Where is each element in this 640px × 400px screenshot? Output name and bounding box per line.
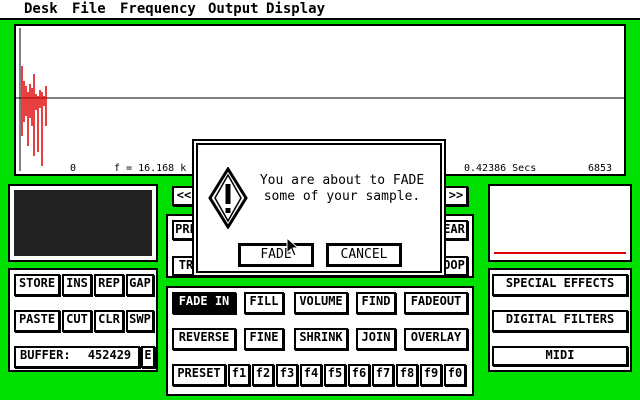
- f1-button[interactable]: f1: [228, 364, 250, 386]
- left-level-screen: [14, 190, 152, 256]
- join-button[interactable]: JOIN: [356, 328, 396, 350]
- menu-desk[interactable]: Desk: [24, 0, 58, 18]
- buffer-e-button[interactable]: E: [141, 346, 155, 368]
- buffer-value: 452429: [87, 348, 132, 362]
- cut-button[interactable]: CUT: [62, 310, 92, 332]
- menu-display[interactable]: Display: [266, 0, 325, 18]
- scroll-left-button[interactable]: <<: [172, 186, 196, 206]
- f5-button[interactable]: f5: [324, 364, 346, 386]
- right-level-display: [488, 184, 632, 262]
- fade-in-button[interactable]: FADE IN: [172, 292, 236, 314]
- f2-button[interactable]: f2: [252, 364, 274, 386]
- wave-start-label: 0: [70, 163, 77, 174]
- mouse-pointer-icon: [286, 237, 298, 257]
- menu-frequency[interactable]: Frequency: [120, 0, 196, 18]
- scroll-right-button[interactable]: >>: [444, 186, 468, 206]
- find-button[interactable]: FIND: [356, 292, 396, 314]
- replace-button[interactable]: REP: [94, 274, 124, 296]
- warning-icon: [208, 167, 248, 229]
- wave-frequency-label: f = 16.168 k: [114, 163, 187, 174]
- f9-button[interactable]: f9: [420, 364, 442, 386]
- special-effects-button[interactable]: SPECIAL EFFECTS: [492, 274, 628, 296]
- wave-seconds-label: 0.42386 Secs: [464, 163, 537, 174]
- right-level-line: [494, 252, 626, 254]
- dialog-message: You are about to FADE some of your sampl…: [259, 173, 425, 204]
- f6-button[interactable]: f6: [348, 364, 370, 386]
- volume-button[interactable]: VOLUME: [294, 292, 348, 314]
- f0-button[interactable]: f0: [444, 364, 466, 386]
- buffer-readout: BUFFER: 452429: [14, 346, 140, 368]
- clr-button[interactable]: CLR: [94, 310, 124, 332]
- f7-button[interactable]: f7: [372, 364, 394, 386]
- menu-bar: Desk File Frequency Output Display: [0, 0, 640, 20]
- store-button[interactable]: STORE: [14, 274, 60, 296]
- fade-out-button[interactable]: FADEOUT: [404, 292, 468, 314]
- midi-button[interactable]: MIDI: [492, 346, 628, 366]
- fill-button[interactable]: FILL: [244, 292, 284, 314]
- fine-button[interactable]: FINE: [244, 328, 284, 350]
- clear-button[interactable]: EAR: [440, 220, 468, 240]
- shrink-button[interactable]: SHRINK: [294, 328, 348, 350]
- f4-button[interactable]: f4: [300, 364, 322, 386]
- wave-end-label: 6853: [588, 163, 613, 174]
- fade-confirm-dialog: You are about to FADE some of your sampl…: [194, 141, 444, 275]
- swap-button[interactable]: SWP: [126, 310, 154, 332]
- menu-file[interactable]: File: [72, 0, 106, 18]
- insert-button[interactable]: INS: [62, 274, 92, 296]
- preset-button[interactable]: PRESET: [172, 364, 226, 386]
- f3-button[interactable]: f3: [276, 364, 298, 386]
- menu-output[interactable]: Output: [208, 0, 259, 18]
- gap-button[interactable]: GAP: [126, 274, 154, 296]
- digital-filters-button[interactable]: DIGITAL FILTERS: [492, 310, 628, 332]
- cancel-button[interactable]: CANCEL: [326, 243, 402, 267]
- overlay-button[interactable]: OVERLAY: [404, 328, 468, 350]
- f8-button[interactable]: f8: [396, 364, 418, 386]
- left-level-display: [8, 184, 158, 262]
- loop-button[interactable]: OOP: [440, 256, 468, 276]
- fade-confirm-button[interactable]: FADE: [238, 243, 314, 267]
- buffer-label: BUFFER:: [20, 348, 71, 362]
- paste-button[interactable]: PASTE: [14, 310, 60, 332]
- reverse-button[interactable]: REVERSE: [172, 328, 236, 350]
